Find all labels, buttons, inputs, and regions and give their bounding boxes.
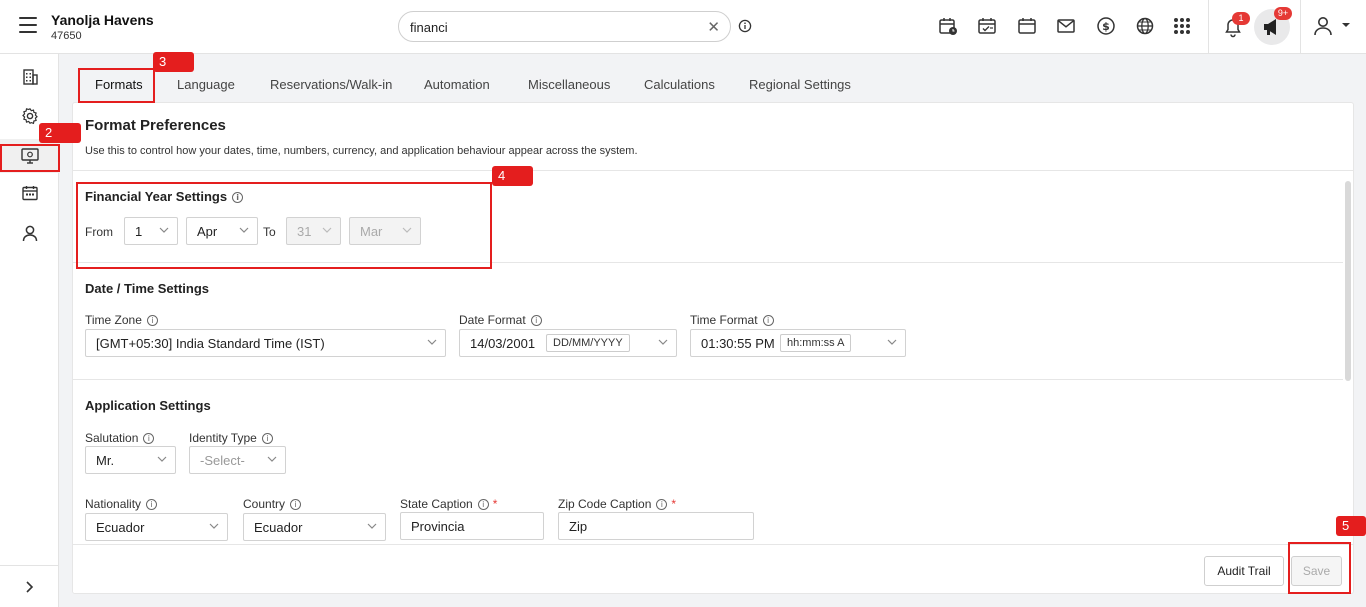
identity-type-info-icon[interactable]: i <box>261 433 273 444</box>
zip-code-caption-input[interactable]: Zip <box>558 512 754 540</box>
sidebar-item-users[interactable] <box>0 216 59 250</box>
mail-icon[interactable] <box>1055 15 1077 37</box>
sidebar-item-property[interactable] <box>0 60 59 94</box>
calendar-clock-icon[interactable] <box>937 15 959 37</box>
building-icon <box>22 69 38 85</box>
calendar-check-icon[interactable] <box>976 15 998 37</box>
time-zone-select[interactable]: [GMT+05:30] India Standard Time (IST) <box>85 329 446 357</box>
currency-icon[interactable]: $ <box>1095 15 1117 37</box>
page-title: Format Preferences <box>85 117 226 134</box>
nationality-select[interactable]: Ecuador <box>85 513 228 541</box>
zip-code-caption-label: Zip Code Caption i * <box>558 497 677 511</box>
salutation-info-icon[interactable]: i <box>143 433 155 444</box>
format-preferences-card: Format Preferences Use this to control h… <box>72 102 1354 594</box>
hotel-name: Yanolja Havens <box>51 12 154 28</box>
nationality-value: Ecuador <box>96 520 145 535</box>
application-settings-title: Application Settings <box>85 398 211 413</box>
salutation-value: Mr. <box>96 453 115 468</box>
tab-regional-settings[interactable]: Regional Settings <box>749 68 851 102</box>
country-select[interactable]: Ecuador <box>243 513 386 541</box>
user-profile-icon[interactable] <box>1312 15 1334 37</box>
tab-miscellaneous[interactable]: Miscellaneous <box>528 68 610 102</box>
salutation-select[interactable]: Mr. <box>85 446 176 474</box>
tab-reservations-walk-in[interactable]: Reservations/Walk-in <box>270 68 392 102</box>
zip-code-caption-info-icon[interactable]: i <box>656 499 668 510</box>
chevron-down-icon <box>427 339 437 345</box>
search-box: ✕ <box>398 11 731 42</box>
apps-grid-icon[interactable] <box>1171 15 1193 37</box>
chevron-down-icon <box>209 523 219 529</box>
annotation-badge-5: 5 <box>1336 516 1366 536</box>
search-input[interactable] <box>410 18 690 36</box>
audit-trail-button[interactable]: Audit Trail <box>1204 556 1284 586</box>
chevron-down-icon <box>367 523 377 529</box>
tab-calculations[interactable]: Calculations <box>644 68 715 102</box>
date-pattern-chip: DD/MM/YYYY <box>546 334 630 352</box>
globe-icon[interactable] <box>1134 15 1156 37</box>
state-caption-info-icon[interactable]: i <box>477 499 489 510</box>
nationality-label: Nationality i <box>85 497 158 511</box>
annotation-box-4 <box>76 182 492 269</box>
expand-sidebar-button[interactable] <box>0 565 59 607</box>
svg-text:$: $ <box>1102 20 1110 33</box>
notification-count-badge: 1 <box>1232 12 1250 25</box>
chevron-down-icon <box>267 456 277 462</box>
country-label: Country i <box>243 497 302 511</box>
chevron-down-icon <box>658 339 668 345</box>
date-format-preview: 14/03/2001 <box>470 336 536 351</box>
date-format-select[interactable]: 14/03/2001 DD/MM/YYYY <box>459 329 677 357</box>
sidebar-item-calendar[interactable] <box>0 176 59 210</box>
state-caption-label: State Caption i * <box>400 497 498 511</box>
tab-automation[interactable]: Automation <box>424 68 490 102</box>
date-format-label: Date Format i <box>459 313 542 327</box>
identity-type-value: -Select- <box>200 453 245 468</box>
country-info-icon[interactable]: i <box>290 499 302 510</box>
date-format-info-icon[interactable]: i <box>530 315 542 326</box>
calendar-settings-icon <box>21 186 38 201</box>
date-time-title: Date / Time Settings <box>85 281 210 296</box>
identity-type-label: Identity Type i <box>189 431 273 445</box>
time-format-info-icon[interactable]: i <box>762 315 774 326</box>
card-footer: Audit Trail Save <box>73 544 1353 593</box>
chevron-down-icon <box>887 339 897 345</box>
time-zone-label: Time Zone i <box>85 313 158 327</box>
profile-dropdown-icon[interactable] <box>1341 21 1351 29</box>
content-scrollbar[interactable] <box>1345 181 1351 381</box>
search-info-icon[interactable] <box>738 19 752 33</box>
time-pattern-chip: hh:mm:ss A <box>780 334 852 352</box>
annotation-badge-4: 4 <box>492 166 533 186</box>
time-format-preview: 01:30:55 PM <box>701 336 775 351</box>
calendar-icon[interactable] <box>1016 15 1038 37</box>
state-caption-input[interactable]: Provincia <box>400 512 544 540</box>
annotation-badge-2: 2 <box>39 123 81 143</box>
country-value: Ecuador <box>254 520 303 535</box>
time-zone-info-icon[interactable]: i <box>146 315 158 326</box>
clear-search-icon[interactable]: ✕ <box>707 18 720 36</box>
chevron-down-icon <box>157 456 167 462</box>
chevron-right-icon <box>25 580 33 593</box>
annotation-box-2 <box>0 144 60 172</box>
annotation-box-5 <box>1288 542 1351 594</box>
annotation-badge-3: 3 <box>153 52 194 72</box>
hamburger-menu-icon[interactable] <box>19 17 37 33</box>
tab-language[interactable]: Language <box>177 68 235 102</box>
nationality-info-icon[interactable]: i <box>146 499 158 510</box>
gear-icon <box>21 108 38 125</box>
annotation-box-3 <box>78 68 155 103</box>
announcement-count-badge: 9+ <box>1274 7 1292 20</box>
time-format-select[interactable]: 01:30:55 PM hh:mm:ss A <box>690 329 906 357</box>
page-subtitle: Use this to control how your dates, time… <box>85 145 638 157</box>
identity-type-select[interactable]: -Select- <box>189 446 286 474</box>
time-zone-value: [GMT+05:30] India Standard Time (IST) <box>96 336 325 351</box>
top-bar: Yanolja Havens 47650 ✕ $ 1 9+ <box>0 0 1366 54</box>
hotel-id: 47650 <box>51 30 82 42</box>
time-format-label: Time Format i <box>690 313 774 327</box>
user-icon <box>22 225 37 242</box>
salutation-label: Salutation i <box>85 431 155 445</box>
